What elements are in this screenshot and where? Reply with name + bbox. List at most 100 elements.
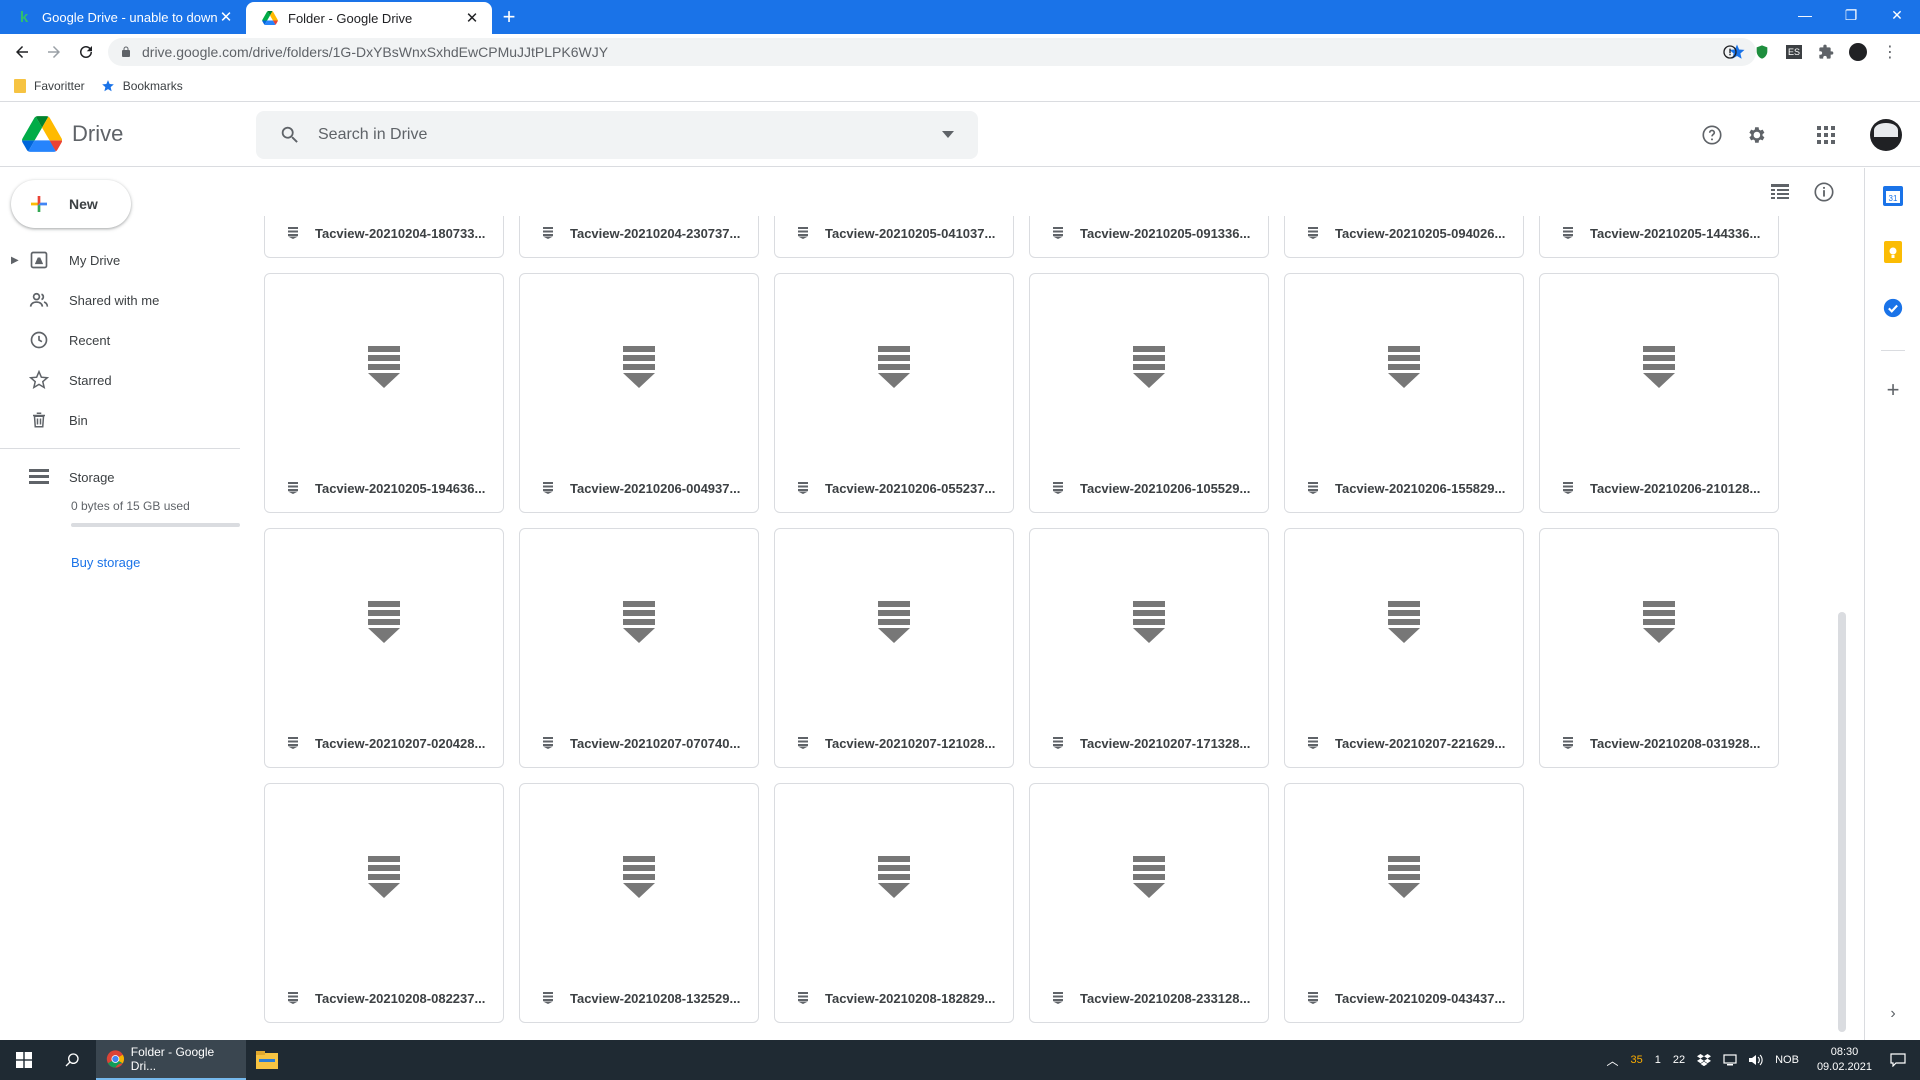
bookmark-favoritter[interactable]: Favoritter: [14, 78, 85, 93]
taskbar-file-explorer[interactable]: [246, 1040, 288, 1080]
search-icon[interactable]: [270, 124, 310, 146]
settings-gear-icon[interactable]: [1734, 113, 1778, 157]
extension-shield-icon[interactable]: [1746, 44, 1778, 60]
drive-logo-icon: [22, 116, 62, 152]
search-input[interactable]: [318, 126, 928, 144]
file-card[interactable]: Tacview-20210204-180733...: [264, 216, 504, 258]
tray-number-1[interactable]: 35: [1630, 1054, 1642, 1066]
tasks-icon[interactable]: [1877, 292, 1909, 324]
windows-start-icon[interactable]: [0, 1040, 48, 1080]
file-type-small-icon: [795, 225, 811, 241]
new-tab-button[interactable]: +: [492, 0, 526, 34]
extensions-puzzle-icon[interactable]: [1810, 44, 1842, 60]
file-card[interactable]: Tacview-20210209-043437...: [1284, 783, 1524, 1023]
file-card[interactable]: Tacview-20210207-020428...: [264, 528, 504, 768]
address-bar[interactable]: drive.google.com/drive/folders/1G-DxYBsW…: [108, 38, 1756, 66]
extension-es-icon[interactable]: ES: [1778, 45, 1810, 59]
calendar-icon[interactable]: 31: [1877, 180, 1909, 212]
file-card[interactable]: Tacview-20210206-155829...: [1284, 273, 1524, 513]
volume-icon[interactable]: [1749, 1054, 1763, 1066]
file-card[interactable]: Tacview-20210206-210128...: [1539, 273, 1779, 513]
dropbox-icon[interactable]: [1697, 1054, 1712, 1066]
file-card[interactable]: Tacview-20210208-182829...: [774, 783, 1014, 1023]
notifications-icon[interactable]: [1890, 1053, 1906, 1067]
list-view-icon[interactable]: [1760, 172, 1800, 212]
file-thumbnail: [775, 784, 1013, 974]
add-addon-icon[interactable]: +: [1877, 374, 1909, 406]
file-card[interactable]: Tacview-20210208-132529...: [519, 783, 759, 1023]
sidebar-item-bin[interactable]: Bin: [0, 400, 240, 440]
file-card[interactable]: Tacview-20210206-055237...: [774, 273, 1014, 513]
file-card-footer: Tacview-20210208-082237...: [265, 974, 503, 1022]
bookmark-bookmarks[interactable]: Bookmarks: [101, 79, 183, 93]
file-card[interactable]: Tacview-20210205-194636...: [264, 273, 504, 513]
file-card[interactable]: Tacview-20210204-230737...: [519, 216, 759, 258]
restore-icon[interactable]: ❐: [1828, 0, 1874, 30]
tab-close-icon[interactable]: ✕: [218, 8, 234, 26]
drive-logo[interactable]: Drive: [22, 116, 123, 152]
sidebar-item-recent[interactable]: Recent: [0, 320, 240, 360]
forward-button[interactable]: [38, 36, 70, 68]
file-card[interactable]: Tacview-20210206-004937...: [519, 273, 759, 513]
new-button[interactable]: New: [11, 180, 131, 228]
sidebar-item-shared-with-me[interactable]: Shared with me: [0, 280, 240, 320]
file-card-footer: Tacview-20210206-055237...: [775, 464, 1013, 512]
browser-menu-icon[interactable]: ⋮: [1874, 42, 1906, 62]
account-avatar[interactable]: [1870, 119, 1902, 151]
back-button[interactable]: [6, 36, 38, 68]
help-icon[interactable]: [1690, 113, 1734, 157]
browser-tab-2[interactable]: Folder - Google Drive ✕: [246, 2, 492, 34]
search-options-dropdown-icon[interactable]: [928, 131, 968, 139]
taskbar-search-icon[interactable]: [48, 1040, 96, 1080]
file-name: Tacview-20210204-230737...: [570, 225, 741, 241]
file-name: Tacview-20210208-031928...: [1590, 735, 1761, 751]
extension-info-icon[interactable]: [1714, 44, 1746, 60]
minimize-icon[interactable]: —: [1782, 0, 1828, 30]
tray-expand-chevron-icon[interactable]: ︿: [1606, 1052, 1618, 1069]
forward-arrow-icon: [48, 46, 60, 58]
file-type-small-icon: [285, 990, 301, 1006]
file-card[interactable]: Tacview-20210208-233128...: [1029, 783, 1269, 1023]
taskbar-chrome-app[interactable]: Folder - Google Dri...: [96, 1040, 246, 1080]
expand-caret-icon[interactable]: ▶: [11, 255, 19, 266]
sidebar-item-my-drive[interactable]: ▶ My Drive: [0, 240, 240, 280]
main-scrollbar[interactable]: [1838, 612, 1846, 1032]
file-type-small-icon: [1305, 225, 1321, 241]
expand-panel-chevron-icon[interactable]: ›: [1877, 998, 1909, 1030]
sidebar-item-storage[interactable]: Storage: [0, 457, 240, 497]
file-card[interactable]: Tacview-20210205-041037...: [774, 216, 1014, 258]
file-card[interactable]: Tacview-20210207-070740...: [519, 528, 759, 768]
taskbar-clock[interactable]: 08:30 09.02.2021: [1817, 1045, 1872, 1075]
buy-storage-link[interactable]: Buy storage: [71, 555, 240, 570]
sidebar-item-starred[interactable]: Starred: [0, 360, 240, 400]
file-card[interactable]: Tacview-20210208-082237...: [264, 783, 504, 1023]
file-card[interactable]: Tacview-20210206-105529...: [1029, 273, 1269, 513]
keep-icon[interactable]: [1877, 236, 1909, 268]
close-window-icon[interactable]: ✕: [1874, 0, 1920, 30]
tab-close-icon[interactable]: ✕: [464, 9, 480, 27]
side-panel-divider: [1881, 350, 1905, 351]
window-controls: — ❐ ✕: [1782, 0, 1920, 30]
file-type-small-icon: [795, 990, 811, 1006]
file-name: Tacview-20210206-155829...: [1335, 480, 1506, 496]
network-icon[interactable]: [1723, 1054, 1737, 1066]
file-name: Tacview-20210208-233128...: [1080, 990, 1251, 1006]
file-card[interactable]: Tacview-20210207-121028...: [774, 528, 1014, 768]
details-info-icon[interactable]: [1804, 172, 1844, 212]
tray-number-3[interactable]: 22: [1673, 1054, 1685, 1066]
file-card[interactable]: Tacview-20210207-171328...: [1029, 528, 1269, 768]
file-card[interactable]: Tacview-20210208-031928...: [1539, 528, 1779, 768]
file-card[interactable]: Tacview-20210205-094026...: [1284, 216, 1524, 258]
browser-tab-1[interactable]: k Google Drive - unable to downlo ✕: [0, 0, 246, 34]
file-card-footer: Tacview-20210205-094026...: [1285, 216, 1523, 257]
profile-avatar-small[interactable]: [1842, 43, 1874, 61]
language-indicator[interactable]: NOB: [1775, 1054, 1799, 1066]
file-card[interactable]: Tacview-20210205-144336...: [1539, 216, 1779, 258]
reload-button[interactable]: [70, 36, 102, 68]
apps-grid-icon[interactable]: [1804, 113, 1848, 157]
file-card-footer: Tacview-20210207-171328...: [1030, 719, 1268, 767]
file-card[interactable]: Tacview-20210205-091336...: [1029, 216, 1269, 258]
file-card[interactable]: Tacview-20210207-221629...: [1284, 528, 1524, 768]
star-outline-icon: [27, 368, 51, 392]
tray-number-2[interactable]: 1: [1655, 1054, 1661, 1066]
